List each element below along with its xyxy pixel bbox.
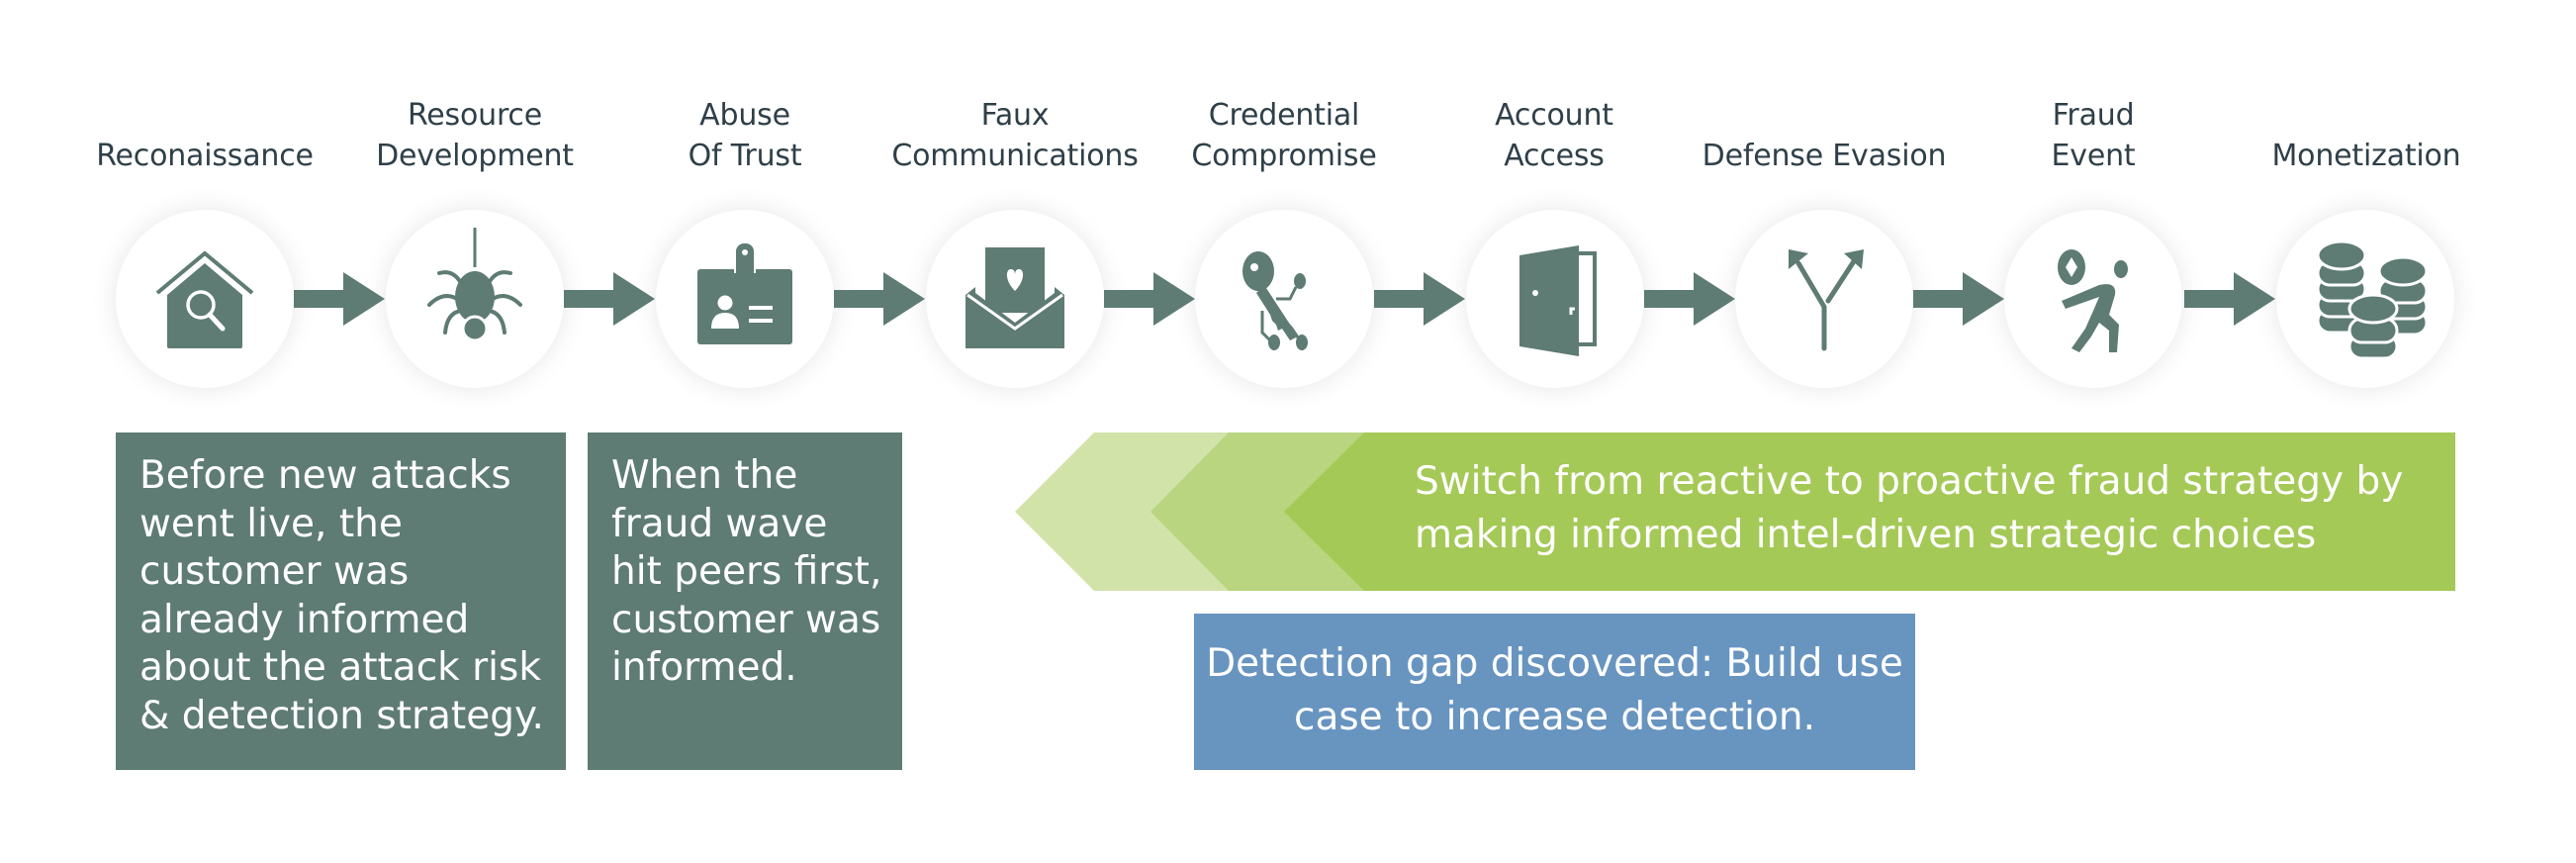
coin-stacks-icon xyxy=(2316,240,2429,360)
thief-running-icon xyxy=(2058,249,2128,352)
stage-label-fraud-event: Fraud Event xyxy=(1945,95,2242,176)
stage-node-faux-communications xyxy=(926,210,1104,388)
stage-label-credential-compromise: Credential Compromise xyxy=(1136,95,1432,176)
flow-arrow xyxy=(2184,272,2275,326)
stage-label-faux-communications: Faux Communications xyxy=(867,95,1163,176)
stage-label-line: Reconaissance xyxy=(96,139,314,173)
stage-label-line: Development xyxy=(376,139,574,173)
stage-label-line: Credential xyxy=(1208,98,1360,133)
detection-gap-box: Detection gap discovered: Build use case… xyxy=(1194,614,1915,770)
stage-label-line: Resource xyxy=(408,98,542,133)
stage-label-line xyxy=(1676,95,1973,136)
early-warning-text: Before new attacks went live, the custom… xyxy=(139,453,544,738)
stage-label-line: Communications xyxy=(891,139,1139,173)
stage-label-line: Defense Evasion xyxy=(1702,139,1947,173)
stage-label-line: Faux xyxy=(980,98,1050,133)
id-badge-icon xyxy=(697,243,792,344)
stage-label-line: Monetization xyxy=(2271,139,2461,173)
stage-label-resource-development: Resource Development xyxy=(326,95,623,176)
stage-label-line: Event xyxy=(2051,139,2136,173)
split-arrows-icon xyxy=(1789,249,1864,351)
flow-arrow xyxy=(1374,272,1465,326)
stage-label-line: Abuse xyxy=(699,98,790,133)
detection-gap-text: Detection gap discovered: Build use case… xyxy=(1206,641,1903,739)
stage-label-line: Access xyxy=(1504,139,1605,173)
stage-label-line xyxy=(56,95,353,136)
stage-node-account-access xyxy=(1466,210,1644,388)
stage-label-reconnaissance: Reconaissance xyxy=(56,95,353,176)
stage-label-line: Of Trust xyxy=(688,139,802,173)
early-warning-box: Before new attacks went live, the custom… xyxy=(116,432,566,770)
flow-arrow xyxy=(564,272,655,326)
stage-label-defense-evasion: Defense Evasion xyxy=(1676,95,1973,176)
flow-arrow xyxy=(1644,272,1735,326)
stage-node-credential-compromise xyxy=(1195,210,1373,388)
stage-node-reconnaissance xyxy=(116,210,294,388)
flow-arrow xyxy=(834,272,925,326)
flow-arrow xyxy=(1104,272,1195,326)
stage-label-line: Account xyxy=(1495,98,1613,133)
peer-warning-box: When the fraud wave hit peers first, cus… xyxy=(588,432,902,770)
stage-label-account-access: Account Access xyxy=(1406,95,1702,176)
flow-arrow xyxy=(1913,272,2004,326)
stage-label-monetization: Monetization xyxy=(2218,95,2515,176)
spider-icon xyxy=(427,228,522,342)
house-search-icon xyxy=(155,250,254,348)
stage-node-resource-development xyxy=(386,210,564,388)
stage-node-abuse-of-trust xyxy=(656,210,834,388)
stage-node-defense-evasion xyxy=(1735,210,1913,388)
digital-key-icon xyxy=(1242,251,1308,350)
stage-label-line: Compromise xyxy=(1191,139,1377,173)
proactive-strategy-text: Switch from reactive to proactive fraud … xyxy=(1415,459,2404,557)
stage-label-abuse-of-trust: Abuse Of Trust xyxy=(597,95,893,176)
stage-node-monetization xyxy=(2276,210,2454,388)
envelope-heart-icon xyxy=(966,247,1064,348)
flow-arrow xyxy=(294,272,385,326)
open-door-icon xyxy=(1519,245,1597,356)
peer-warning-text: When the fraud wave hit peers first, cus… xyxy=(611,453,882,690)
stage-label-line xyxy=(2218,95,2515,136)
stage-node-fraud-event xyxy=(2004,210,2182,388)
stage-label-line: Fraud xyxy=(2052,98,2135,133)
